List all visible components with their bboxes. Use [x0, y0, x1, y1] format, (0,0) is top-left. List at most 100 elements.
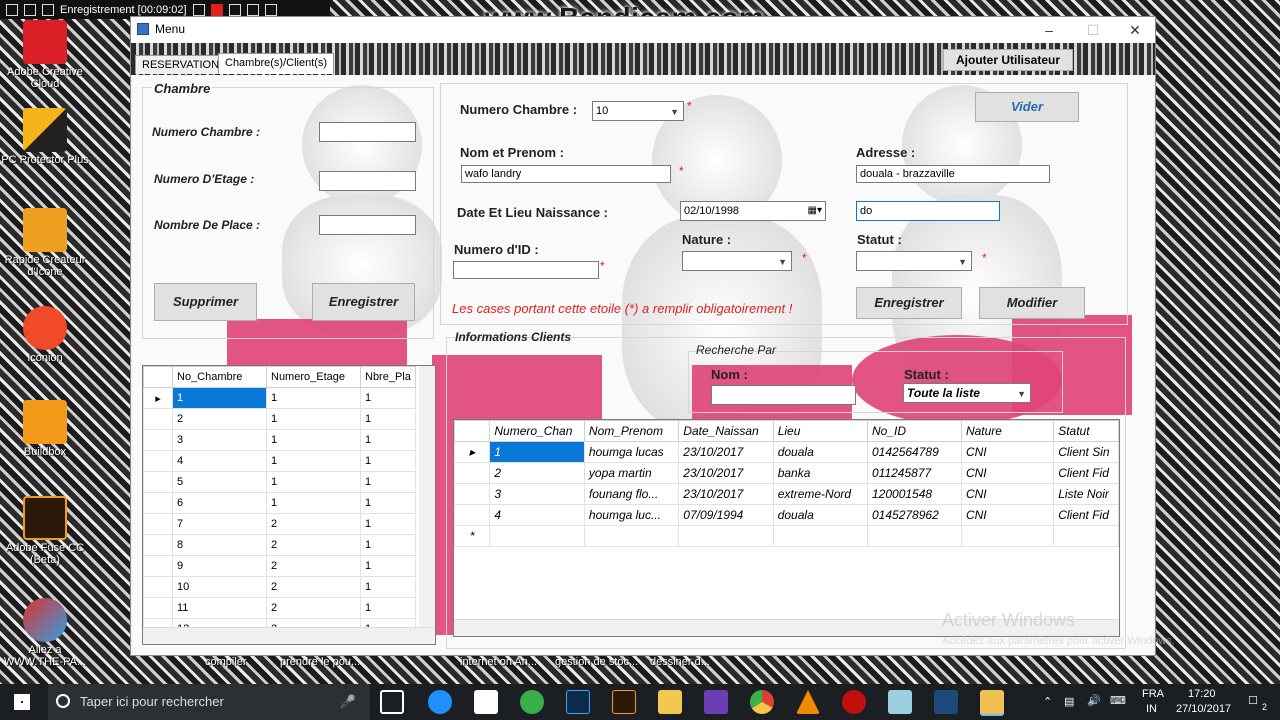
supprimer-button[interactable]: Supprimer	[154, 283, 257, 321]
column-header[interactable]: Statut	[1053, 420, 1119, 442]
record-icon[interactable]	[210, 3, 223, 16]
table-cell[interactable]: 1	[360, 429, 416, 451]
vider-button[interactable]: Vider	[975, 92, 1079, 122]
camera-icon[interactable]	[246, 3, 259, 16]
file-explorer-icon[interactable]	[658, 690, 682, 714]
numero-etage-input[interactable]	[319, 171, 416, 191]
table-cell[interactable]	[583, 525, 680, 547]
table-cell[interactable]: 120001548	[867, 483, 962, 505]
numero-id-input[interactable]	[453, 261, 599, 279]
table-row[interactable]: 921	[143, 555, 416, 577]
row-header[interactable]: ▸	[454, 441, 491, 463]
table-cell[interactable]: 1	[360, 387, 416, 409]
table-cell[interactable]: Client Fid	[1053, 462, 1119, 484]
table-cell[interactable]: CNI	[960, 462, 1055, 484]
enregistrer-chambre-button[interactable]: Enregistrer	[312, 283, 415, 321]
table-cell[interactable]: douala	[772, 504, 869, 526]
table-cell[interactable]: 11	[172, 597, 267, 619]
row-header[interactable]	[143, 534, 173, 556]
recherche-nom-input[interactable]	[711, 385, 856, 405]
date-naissance-picker[interactable]: 02/10/1998 ▦▾	[680, 201, 826, 221]
store-icon[interactable]	[474, 690, 498, 714]
table-cell[interactable]: 2	[266, 555, 361, 577]
nature-select[interactable]: ▼	[682, 251, 792, 271]
desktop-icon-adobe-fuse[interactable]: Adobe Fuse CC (Beta)	[0, 496, 90, 566]
table-cell[interactable]: 23/10/2017	[678, 441, 774, 463]
table-cell[interactable]: Client Fid	[1053, 504, 1119, 526]
table-row[interactable]: 411	[143, 450, 416, 472]
table-cell[interactable]: 5	[172, 471, 267, 493]
chevron-up-icon[interactable]: ⌃	[1043, 695, 1052, 708]
table-cell[interactable]: 1	[360, 555, 416, 577]
table-cell[interactable]: 0142564789	[867, 441, 962, 463]
android-icon[interactable]	[520, 690, 544, 714]
chambre-grid-vscroll[interactable]	[419, 366, 435, 630]
table-cell[interactable]: 1	[266, 387, 361, 409]
minimize-button[interactable]: –	[1027, 19, 1071, 41]
table-cell[interactable]	[867, 525, 962, 547]
row-header[interactable]	[143, 576, 173, 598]
column-header[interactable]: Nom_Prenom	[583, 420, 680, 442]
column-header[interactable]: No_ID	[867, 420, 962, 442]
table-cell[interactable]: houmga lucas	[583, 441, 680, 463]
table-cell[interactable]	[678, 525, 774, 547]
table-cell[interactable]: 1	[266, 429, 361, 451]
desktop-icon-creative-cloud[interactable]: Adobe Creative Cloud	[0, 20, 90, 90]
add-user-button[interactable]: Ajouter Utilisateur	[943, 49, 1073, 71]
lieu-naissance-input[interactable]: do	[856, 201, 1000, 221]
calendar-icon[interactable]: ▦▾	[808, 202, 822, 220]
table-cell[interactable]: 1	[360, 576, 416, 598]
column-header[interactable]: Date_Naissan	[678, 420, 774, 442]
table-cell[interactable]: 23/10/2017	[678, 462, 774, 484]
table-cell[interactable]: 7	[172, 513, 267, 535]
row-header[interactable]	[143, 408, 173, 430]
fuse-icon[interactable]	[612, 690, 636, 714]
row-header[interactable]	[454, 504, 491, 526]
desktop-icon-iconion[interactable]: Iconion	[0, 306, 90, 364]
table-cell[interactable]: 1	[360, 471, 416, 493]
table-cell[interactable]: CNI	[960, 504, 1055, 526]
recherche-statut-select[interactable]: Toute la liste ▼	[903, 383, 1031, 403]
table-cell[interactable]	[489, 525, 585, 547]
table-row[interactable]: 511	[143, 471, 416, 493]
table-cell[interactable]: 011245877	[867, 462, 962, 484]
table-row[interactable]: 2 yopa martin 23/10/2017 banka 011245877 CNI C…	[454, 462, 1119, 484]
table-cell[interactable]: banka	[772, 462, 869, 484]
task-view-icon[interactable]	[380, 690, 404, 714]
clients-grid[interactable]: Numero_Chan Nom_Prenom Date_Naissan Lieu…	[453, 419, 1120, 637]
row-header[interactable]	[454, 483, 491, 505]
new-row[interactable]: *	[454, 525, 1119, 547]
network-icon[interactable]: ▤	[1064, 695, 1074, 708]
input-mode[interactable]: IN	[1146, 703, 1157, 715]
desktop-icon-pc-protector[interactable]: PC Protector Plus	[0, 108, 90, 166]
table-cell[interactable]: 1	[360, 450, 416, 472]
row-header[interactable]	[143, 450, 173, 472]
chambre-grid[interactable]: No_Chambre Numero_Etage Nbre_Pla ▸ 1 1 1 2 1 1…	[142, 365, 436, 645]
notepad-icon[interactable]	[888, 690, 912, 714]
table-cell[interactable]: founang flo...	[583, 483, 680, 505]
row-header[interactable]	[143, 597, 173, 619]
minimize-icon[interactable]	[6, 3, 18, 16]
table-cell[interactable]: CNI	[960, 441, 1055, 463]
table-cell[interactable]: 0145278962	[867, 504, 962, 526]
table-cell[interactable]: 1	[266, 471, 361, 493]
modifier-button[interactable]: Modifier	[979, 287, 1085, 319]
app-icon[interactable]	[934, 690, 958, 714]
table-cell[interactable]: 1	[489, 441, 585, 463]
table-row[interactable]: 4 houmga luc... 07/09/1994 douala 0145278962…	[454, 504, 1119, 526]
table-cell[interactable]	[960, 525, 1055, 547]
table-cell[interactable]: Client Sin	[1053, 441, 1119, 463]
table-cell[interactable]: 1	[172, 387, 267, 409]
table-cell[interactable]: 1	[266, 408, 361, 430]
row-header[interactable]	[143, 492, 173, 514]
table-cell[interactable]: 8	[172, 534, 267, 556]
close-icon[interactable]	[264, 3, 277, 16]
table-cell[interactable]: 9	[172, 555, 267, 577]
column-header[interactable]: Numero_Etage	[266, 366, 361, 388]
table-cell[interactable]: 3	[172, 429, 267, 451]
table-row[interactable]: ▸ 1 houmga lucas 23/10/2017 douala 0142564789…	[454, 441, 1119, 463]
table-cell[interactable]: 2	[266, 576, 361, 598]
table-cell[interactable]: Liste Noir	[1053, 483, 1119, 505]
table-row[interactable]: 611	[143, 492, 416, 514]
table-cell[interactable]: 2	[489, 462, 585, 484]
